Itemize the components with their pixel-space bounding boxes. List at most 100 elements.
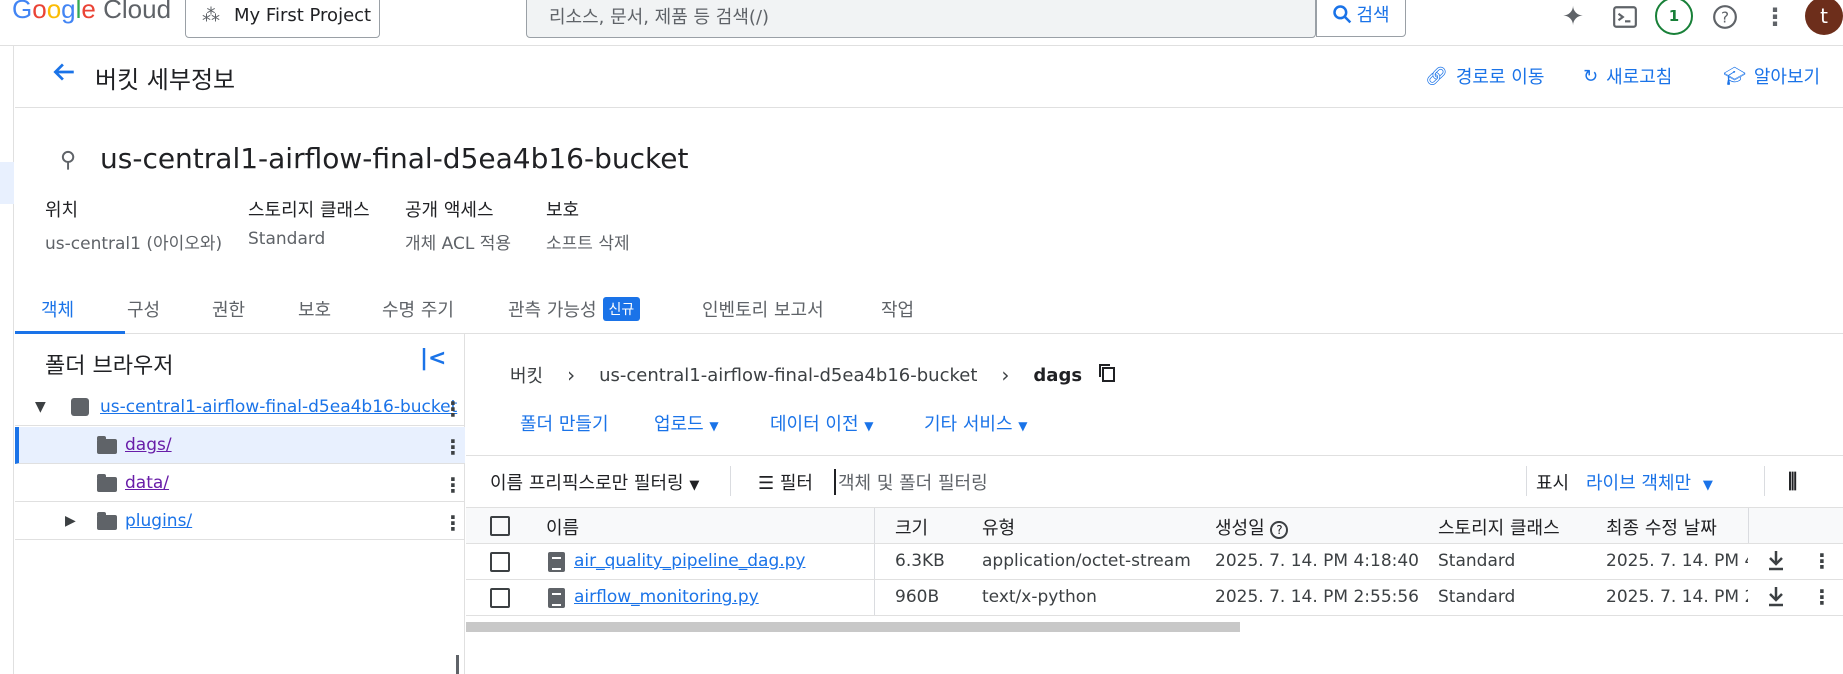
file-modified: 2025. 7. 14. PM 4:18:40 [1606,551,1748,571]
upload-label: 업로드 [654,414,704,435]
column-divider [874,544,875,579]
tree-folder-dags[interactable]: dags/ [125,435,172,455]
tree-folder-data[interactable]: data/ [125,473,169,493]
tree-row-data[interactable]: data/ ⋮ [15,465,465,502]
divider [1526,466,1527,496]
row-checkbox[interactable] [490,552,510,572]
avatar[interactable]: t [1805,0,1843,35]
row-more-icon[interactable]: ⋮ [1812,585,1832,609]
column-resizer[interactable] [1748,508,1749,543]
col-size[interactable]: 크기 [895,514,928,540]
tree-row-bucket[interactable]: ▼ us-central1-airflow-final-d5ea4b16-buc… [15,389,465,426]
folder-browser-title: 폴더 브라우저 [45,354,174,379]
download-icon[interactable] [1766,549,1786,576]
help-icon[interactable]: ? [1710,2,1740,32]
svg-text:?: ? [1721,8,1729,26]
show-select[interactable]: 라이브 객체만 ▼ [1586,469,1713,495]
folder-browser-panel: 폴더 브라우저 |< ▼ us-central1-airflow-final-d… [15,334,465,674]
file-modified: 2025. 7. 14. PM 2:55:56 [1606,587,1748,607]
tab-permissions[interactable]: 권한 [212,296,245,322]
divider [730,466,731,496]
tab-inventory-reports[interactable]: 인벤토리 보고서 [702,296,824,322]
tab-observability[interactable]: 관측 가능성 신규 [508,296,641,322]
tree-bucket-link[interactable]: us-central1-airflow-final-d5ea4b16-bucke… [100,397,457,417]
file-storage-class: Standard [1438,587,1516,607]
transfer-data-button[interactable]: 데이터 이전 ▼ [770,410,874,436]
dags-more-icon[interactable]: ⋮ [443,435,463,459]
file-icon [548,588,565,608]
learn-button[interactable]: 🎓︎ 알아보기 [1723,63,1820,89]
back-arrow-icon[interactable] [51,59,77,92]
collapse-panel-icon[interactable]: |< [420,346,446,371]
file-name-link[interactable]: airflow_monitoring.py [574,587,759,607]
col-last-modified[interactable]: 최종 수정 날짜 [1606,514,1717,540]
col-created[interactable]: 생성일 ? [1215,514,1289,540]
filter-label: 필터 [779,473,813,494]
other-services-button[interactable]: 기타 서비스 ▼ [924,410,1028,436]
filter-button[interactable]: ☰ 필터 [758,469,813,495]
plugins-more-icon[interactable]: ⋮ [443,511,463,535]
bucket-more-icon[interactable]: ⋮ [443,397,463,421]
filter-input[interactable]: 객체 및 폴더 필터링 [834,469,988,495]
col-name[interactable]: 이름 [546,514,579,540]
folder-icon [97,512,117,530]
help-icon[interactable]: ? [1270,521,1289,539]
breadcrumb-root[interactable]: 버킷 [510,362,543,388]
caret-down-icon[interactable]: ▼ [35,399,46,415]
table-header: 이름 크기 유형 생성일 ? 스토리지 클래스 최종 수정 날짜 [466,507,1843,544]
google-cloud-logo[interactable]: Google Cloud [12,0,171,25]
search-icon [1333,5,1352,24]
upload-button[interactable]: 업로드 ▼ [654,410,719,436]
breadcrumb-bucket[interactable]: us-central1-airflow-final-d5ea4b16-bucke… [599,365,977,386]
tab-lifecycle[interactable]: 수명 주기 [382,296,454,322]
copy-icon[interactable] [1098,363,1116,388]
bucket-name-title: us-central1-airflow-final-d5ea4b16-bucke… [100,142,689,175]
refresh-icon: ↻ [1583,65,1599,87]
tab-objects[interactable]: 객체 [41,296,74,322]
folder-browser-scrollbar[interactable] [456,655,459,674]
file-size: 6.3KB [895,551,945,571]
cloud-shell-icon[interactable] [1610,2,1640,32]
go-to-path-button[interactable]: 🔗︎ 경로로 이동 [1425,63,1544,89]
page-header: 버킷 세부정보 🔗︎ 경로로 이동 ↻ 새로고침 🎓︎ 알아보기 [15,46,1843,108]
row-checkbox[interactable] [490,588,510,608]
create-folder-button[interactable]: 폴더 만들기 [520,410,609,436]
notifications-badge[interactable]: 1 [1655,0,1693,35]
bucket-icon [71,398,89,416]
search-button-label: 검색 [1356,5,1390,26]
column-resizer[interactable] [874,508,875,543]
refresh-button[interactable]: ↻ 새로고침 [1583,63,1672,89]
column-display-icon[interactable]: ⫼ [1788,469,1797,493]
tree-row-plugins[interactable]: ▶ plugins/ ⋮ [15,503,465,540]
meta-location-label: 위치 [45,200,79,221]
download-icon[interactable] [1766,585,1786,612]
show-label: 표시 [1536,473,1570,494]
tab-protection[interactable]: 보호 [298,296,331,322]
table-horizontal-scrollbar[interactable] [466,622,1240,632]
col-storage-class[interactable]: 스토리지 클래스 [1438,514,1560,540]
new-badge: 신규 [602,297,641,321]
more-options-icon[interactable]: ⋮ [1760,2,1790,32]
pin-icon[interactable]: ⚲ [60,148,76,173]
breadcrumb: 버킷 › us-central1-airflow-final-d5ea4b16-… [510,362,1116,388]
school-icon: 🎓︎ [1723,65,1746,87]
select-all-checkbox[interactable] [490,516,510,536]
meta-public-access-label: 공개 액세스 [405,200,494,221]
search-button[interactable]: 검색 [1316,0,1406,37]
gemini-sparkle-icon[interactable]: ✦ [1558,2,1588,32]
tab-configuration[interactable]: 구성 [127,296,160,322]
dropdown-arrow-icon: ▼ [709,419,719,433]
caret-right-icon[interactable]: ▶ [65,513,76,529]
row-more-icon[interactable]: ⋮ [1812,549,1832,573]
tree-folder-plugins[interactable]: plugins/ [125,511,192,531]
prefix-filter-dropdown[interactable]: 이름 프리픽스로만 필터링 ▼ [490,469,699,495]
tab-operations[interactable]: 작업 [881,296,914,322]
search-input[interactable]: 리소스, 문서, 제품 등 검색(/) [526,0,1316,38]
file-name-link[interactable]: air_quality_pipeline_dag.py [574,551,805,571]
col-type[interactable]: 유형 [982,514,1015,540]
data-more-icon[interactable]: ⋮ [443,473,463,497]
go-to-path-label: 경로로 이동 [1455,67,1545,88]
tree-row-dags[interactable]: dags/ ⋮ [15,427,465,464]
project-picker-button[interactable]: ⁂ My First Project [185,0,380,38]
learn-label: 알아보기 [1753,67,1821,88]
